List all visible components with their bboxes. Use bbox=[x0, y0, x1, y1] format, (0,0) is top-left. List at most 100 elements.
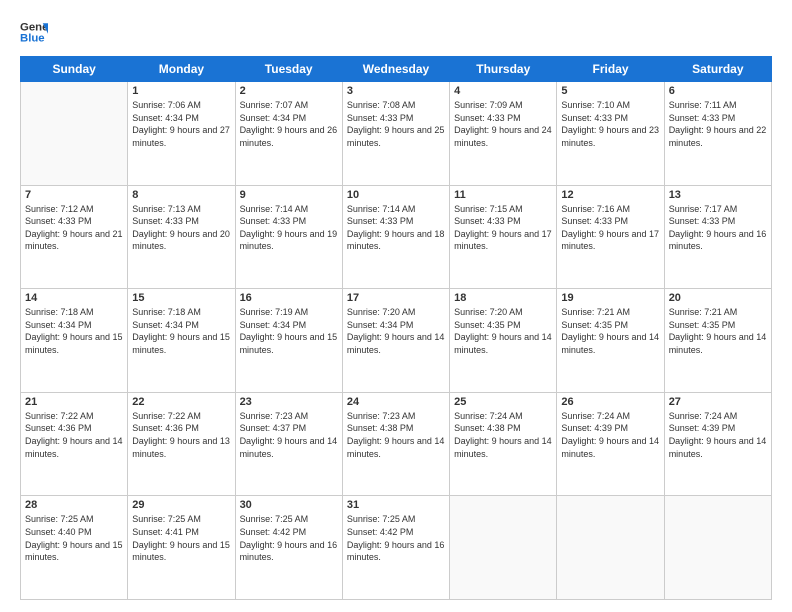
day-number: 30 bbox=[240, 499, 338, 511]
day-number: 9 bbox=[240, 189, 338, 201]
day-number: 17 bbox=[347, 292, 445, 304]
calendar-cell: 2 Sunrise: 7:07 AMSunset: 4:34 PMDaylight… bbox=[235, 82, 342, 186]
weekday-header-saturday: Saturday bbox=[664, 57, 771, 82]
day-number: 18 bbox=[454, 292, 552, 304]
calendar-cell: 12 Sunrise: 7:16 AMSunset: 4:33 PMDayligh… bbox=[557, 185, 664, 289]
calendar-cell: 24 Sunrise: 7:23 AMSunset: 4:38 PMDayligh… bbox=[342, 392, 449, 496]
logo-icon: General Blue bbox=[20, 18, 48, 46]
calendar-cell: 3 Sunrise: 7:08 AMSunset: 4:33 PMDaylight… bbox=[342, 82, 449, 186]
calendar-cell: 15 Sunrise: 7:18 AMSunset: 4:34 PMDayligh… bbox=[128, 289, 235, 393]
day-number: 27 bbox=[669, 396, 767, 408]
day-info: Sunrise: 7:18 AMSunset: 4:34 PMDaylight:… bbox=[132, 306, 230, 356]
day-number: 29 bbox=[132, 499, 230, 511]
calendar-cell bbox=[450, 496, 557, 600]
calendar-cell: 14 Sunrise: 7:18 AMSunset: 4:34 PMDayligh… bbox=[21, 289, 128, 393]
weekday-header-wednesday: Wednesday bbox=[342, 57, 449, 82]
calendar-cell: 26 Sunrise: 7:24 AMSunset: 4:39 PMDayligh… bbox=[557, 392, 664, 496]
calendar-cell: 4Sunrise: 7:09 AMSunset: 4:33 PMDaylight… bbox=[450, 82, 557, 186]
day-info: Sunrise: 7:23 AMSunset: 4:37 PMDaylight:… bbox=[240, 410, 338, 460]
day-info: Sunrise: 7:10 AMSunset: 4:33 PMDaylight:… bbox=[561, 99, 659, 149]
calendar-cell: 1Sunrise: 7:06 AMSunset: 4:34 PMDaylight… bbox=[128, 82, 235, 186]
day-number: 5 bbox=[561, 85, 659, 97]
day-number: 14 bbox=[25, 292, 123, 304]
day-number: 6 bbox=[669, 85, 767, 97]
weekday-header-monday: Monday bbox=[128, 57, 235, 82]
calendar-cell: 21Sunrise: 7:22 AMSunset: 4:36 PMDayligh… bbox=[21, 392, 128, 496]
calendar-week-3: 14 Sunrise: 7:18 AMSunset: 4:34 PMDayligh… bbox=[21, 289, 772, 393]
calendar-cell: 10 Sunrise: 7:14 AMSunset: 4:33 PMDayligh… bbox=[342, 185, 449, 289]
header: General Blue bbox=[20, 18, 772, 46]
weekday-header-sunday: Sunday bbox=[21, 57, 128, 82]
day-number: 16 bbox=[240, 292, 338, 304]
day-number: 8 bbox=[132, 189, 230, 201]
calendar-cell: 29 Sunrise: 7:25 AMSunset: 4:41 PMDayligh… bbox=[128, 496, 235, 600]
day-info: Sunrise: 7:11 AMSunset: 4:33 PMDaylight:… bbox=[669, 99, 767, 149]
calendar-cell bbox=[21, 82, 128, 186]
calendar-cell: 11 Sunrise: 7:15 AMSunset: 4:33 PMDayligh… bbox=[450, 185, 557, 289]
day-number: 26 bbox=[561, 396, 659, 408]
day-number: 20 bbox=[669, 292, 767, 304]
day-number: 24 bbox=[347, 396, 445, 408]
day-number: 7 bbox=[25, 189, 123, 201]
day-info: Sunrise: 7:07 AMSunset: 4:34 PMDaylight:… bbox=[240, 99, 338, 149]
weekday-header-friday: Friday bbox=[557, 57, 664, 82]
calendar-cell: 9 Sunrise: 7:14 AMSunset: 4:33 PMDaylight… bbox=[235, 185, 342, 289]
day-number: 25 bbox=[454, 396, 552, 408]
calendar-cell: 22Sunrise: 7:22 AMSunset: 4:36 PMDayligh… bbox=[128, 392, 235, 496]
day-info: Sunrise: 7:14 AMSunset: 4:33 PMDaylight:… bbox=[347, 203, 445, 253]
day-info: Sunrise: 7:21 AMSunset: 4:35 PMDaylight:… bbox=[561, 306, 659, 356]
day-number: 12 bbox=[561, 189, 659, 201]
day-info: Sunrise: 7:24 AMSunset: 4:38 PMDaylight:… bbox=[454, 410, 552, 460]
calendar-cell: 23Sunrise: 7:23 AMSunset: 4:37 PMDayligh… bbox=[235, 392, 342, 496]
calendar-week-4: 21Sunrise: 7:22 AMSunset: 4:36 PMDayligh… bbox=[21, 392, 772, 496]
day-number: 10 bbox=[347, 189, 445, 201]
day-info: Sunrise: 7:16 AMSunset: 4:33 PMDaylight:… bbox=[561, 203, 659, 253]
day-number: 31 bbox=[347, 499, 445, 511]
calendar-cell: 16 Sunrise: 7:19 AMSunset: 4:34 PMDayligh… bbox=[235, 289, 342, 393]
day-number: 28 bbox=[25, 499, 123, 511]
day-number: 11 bbox=[454, 189, 552, 201]
svg-text:Blue: Blue bbox=[20, 33, 45, 45]
day-info: Sunrise: 7:22 AMSunset: 4:36 PMDaylight:… bbox=[25, 410, 123, 460]
calendar-cell: 17 Sunrise: 7:20 AMSunset: 4:34 PMDayligh… bbox=[342, 289, 449, 393]
calendar-week-5: 28 Sunrise: 7:25 AMSunset: 4:40 PMDayligh… bbox=[21, 496, 772, 600]
calendar-cell: 13 Sunrise: 7:17 AMSunset: 4:33 PMDayligh… bbox=[664, 185, 771, 289]
day-info: Sunrise: 7:08 AMSunset: 4:33 PMDaylight:… bbox=[347, 99, 445, 149]
calendar-cell: 8 Sunrise: 7:13 AMSunset: 4:33 PMDaylight… bbox=[128, 185, 235, 289]
day-info: Sunrise: 7:06 AMSunset: 4:34 PMDaylight:… bbox=[132, 99, 230, 149]
day-info: Sunrise: 7:13 AMSunset: 4:33 PMDaylight:… bbox=[132, 203, 230, 253]
calendar-cell: 19 Sunrise: 7:21 AMSunset: 4:35 PMDayligh… bbox=[557, 289, 664, 393]
day-info: Sunrise: 7:19 AMSunset: 4:34 PMDaylight:… bbox=[240, 306, 338, 356]
day-info: Sunrise: 7:18 AMSunset: 4:34 PMDaylight:… bbox=[25, 306, 123, 356]
day-number: 19 bbox=[561, 292, 659, 304]
weekday-header-thursday: Thursday bbox=[450, 57, 557, 82]
day-info: Sunrise: 7:24 AMSunset: 4:39 PMDaylight:… bbox=[561, 410, 659, 460]
weekday-header-tuesday: Tuesday bbox=[235, 57, 342, 82]
day-info: Sunrise: 7:25 AMSunset: 4:40 PMDaylight:… bbox=[25, 513, 123, 563]
calendar-cell: 25 Sunrise: 7:24 AMSunset: 4:38 PMDayligh… bbox=[450, 392, 557, 496]
calendar-cell: 7Sunrise: 7:12 AMSunset: 4:33 PMDaylight… bbox=[21, 185, 128, 289]
day-number: 15 bbox=[132, 292, 230, 304]
day-info: Sunrise: 7:21 AMSunset: 4:35 PMDaylight:… bbox=[669, 306, 767, 356]
day-info: Sunrise: 7:15 AMSunset: 4:33 PMDaylight:… bbox=[454, 203, 552, 253]
day-info: Sunrise: 7:25 AMSunset: 4:42 PMDaylight:… bbox=[240, 513, 338, 563]
calendar-cell: 5 Sunrise: 7:10 AMSunset: 4:33 PMDaylight… bbox=[557, 82, 664, 186]
day-number: 2 bbox=[240, 85, 338, 97]
day-number: 22 bbox=[132, 396, 230, 408]
day-info: Sunrise: 7:14 AMSunset: 4:33 PMDaylight:… bbox=[240, 203, 338, 253]
day-number: 3 bbox=[347, 85, 445, 97]
calendar-table: SundayMondayTuesdayWednesdayThursdayFrid… bbox=[20, 56, 772, 600]
day-info: Sunrise: 7:20 AMSunset: 4:34 PMDaylight:… bbox=[347, 306, 445, 356]
calendar-cell: 30 Sunrise: 7:25 AMSunset: 4:42 PMDayligh… bbox=[235, 496, 342, 600]
calendar-week-2: 7Sunrise: 7:12 AMSunset: 4:33 PMDaylight… bbox=[21, 185, 772, 289]
svg-text:General: General bbox=[20, 21, 48, 33]
calendar-week-1: 1Sunrise: 7:06 AMSunset: 4:34 PMDaylight… bbox=[21, 82, 772, 186]
day-number: 13 bbox=[669, 189, 767, 201]
day-info: Sunrise: 7:17 AMSunset: 4:33 PMDaylight:… bbox=[669, 203, 767, 253]
logo: General Blue bbox=[20, 18, 48, 46]
calendar-cell bbox=[664, 496, 771, 600]
day-info: Sunrise: 7:25 AMSunset: 4:41 PMDaylight:… bbox=[132, 513, 230, 563]
day-info: Sunrise: 7:23 AMSunset: 4:38 PMDaylight:… bbox=[347, 410, 445, 460]
day-info: Sunrise: 7:25 AMSunset: 4:42 PMDaylight:… bbox=[347, 513, 445, 563]
day-info: Sunrise: 7:24 AMSunset: 4:39 PMDaylight:… bbox=[669, 410, 767, 460]
